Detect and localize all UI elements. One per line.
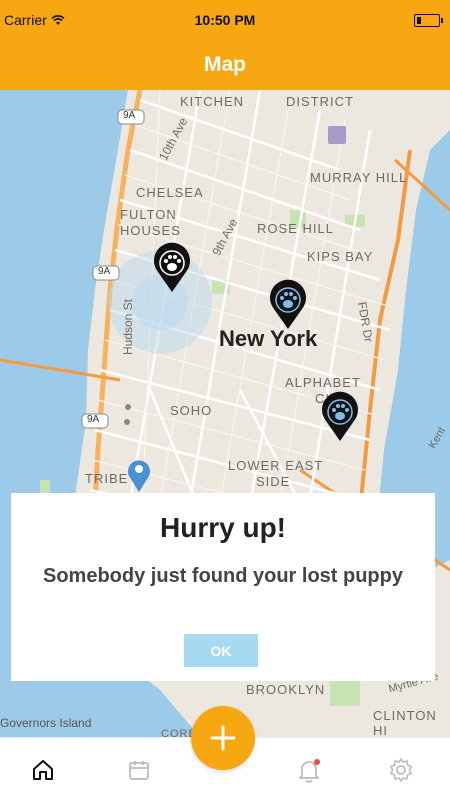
battery-icon (414, 14, 443, 27)
dialog-message: Somebody just found your lost puppy (43, 565, 403, 587)
map-label-houses: HOUSES (120, 223, 181, 238)
plus-icon (210, 725, 236, 751)
tab-notifications[interactable] (295, 756, 323, 784)
route-shield-9a-2: 9A (98, 266, 111, 277)
map-label-brooklyn: BROOKLYN (246, 682, 326, 697)
gear-icon (390, 758, 412, 782)
map-label-tribeca: TRIBE (85, 471, 129, 486)
location-pin-icon[interactable] (126, 456, 152, 494)
map-label-hudson-st: Hudson St (121, 298, 136, 356)
paw-pin-marker[interactable] (266, 279, 310, 331)
map-label-governors: Governors Island (0, 716, 92, 730)
route-shield-9a-3: 9A (87, 414, 100, 425)
alert-dialog: Hurry up! Somebody just found your lost … (11, 493, 435, 681)
map-label-fulton: FULTON (120, 207, 177, 222)
page-title: Map (204, 53, 246, 76)
tab-calendar[interactable] (125, 756, 153, 784)
paw-pin-icon (270, 279, 306, 329)
dialog-title: Hurry up! (160, 512, 286, 543)
app-header: Map (0, 40, 450, 90)
calendar-icon (129, 761, 149, 780)
map-label-lower-east: LOWER EAST (228, 458, 324, 473)
map-label-soho: SOHO (170, 403, 213, 418)
map-label-kitchen: KITCHEN (180, 94, 245, 109)
map-label-murray-hill: MURRAY HILL (310, 170, 408, 185)
home-icon (33, 760, 53, 780)
paw-pin-icon (154, 242, 190, 292)
map-label-rose-hill: ROSE HILL (257, 221, 334, 236)
tab-settings[interactable] (387, 756, 415, 784)
route-shield-9a-1: 9A (123, 110, 136, 121)
map-label-side: SIDE (256, 474, 291, 489)
map-label-clinton: CLINTON HI (373, 708, 437, 737)
add-button[interactable] (191, 706, 255, 770)
map-label-district: DISTRICT (286, 94, 354, 109)
tab-home[interactable] (29, 756, 57, 784)
status-time: 10:50 PM (194, 12, 256, 28)
map-label-chelsea: CHELSEA (136, 185, 204, 200)
bell-icon (299, 759, 320, 783)
paw-pin-marker[interactable] (318, 391, 362, 443)
status-bar: Carrier 10:50 PM (0, 0, 450, 40)
paw-pin-marker[interactable] (150, 242, 194, 294)
map-label-alphabet: ALPHABET (285, 375, 361, 390)
paw-pin-icon (322, 391, 358, 441)
map-label-kips-bay: KIPS BAY (307, 249, 374, 264)
ok-button[interactable]: OK (184, 634, 258, 667)
notification-dot (314, 759, 320, 765)
